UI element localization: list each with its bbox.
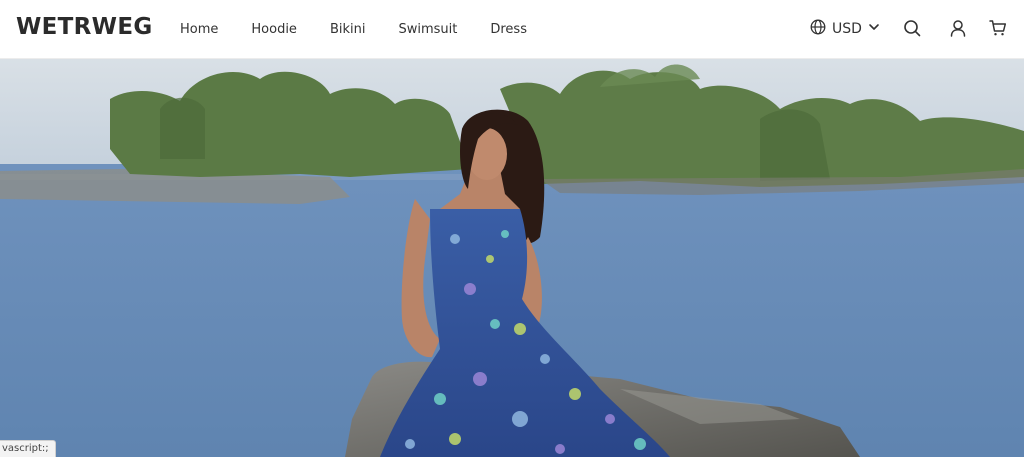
main-nav: Home Hoodie Bikini Swimsuit Dress bbox=[180, 0, 560, 59]
hero-banner[interactable] bbox=[0, 59, 1024, 457]
site-header: WETRWEG Home Hoodie Bikini Swimsuit Dres… bbox=[0, 0, 1024, 59]
user-icon[interactable] bbox=[946, 16, 970, 40]
chevron-down-icon bbox=[868, 20, 880, 38]
currency-value: USD bbox=[832, 21, 862, 37]
globe-icon bbox=[810, 19, 826, 40]
nav-item-hoodie[interactable]: Hoodie bbox=[251, 22, 297, 37]
status-bar-url: vascript:; bbox=[0, 440, 56, 457]
hero-image bbox=[0, 59, 1024, 457]
nav-item-bikini[interactable]: Bikini bbox=[330, 22, 366, 37]
nav-item-swimsuit[interactable]: Swimsuit bbox=[398, 22, 457, 37]
search-icon[interactable] bbox=[900, 16, 924, 40]
cart-icon[interactable] bbox=[986, 16, 1010, 40]
brand-logo[interactable]: WETRWEG bbox=[16, 14, 153, 40]
currency-selector[interactable]: USD bbox=[810, 17, 880, 41]
nav-item-home[interactable]: Home bbox=[180, 22, 218, 37]
nav-item-dress[interactable]: Dress bbox=[490, 22, 527, 37]
